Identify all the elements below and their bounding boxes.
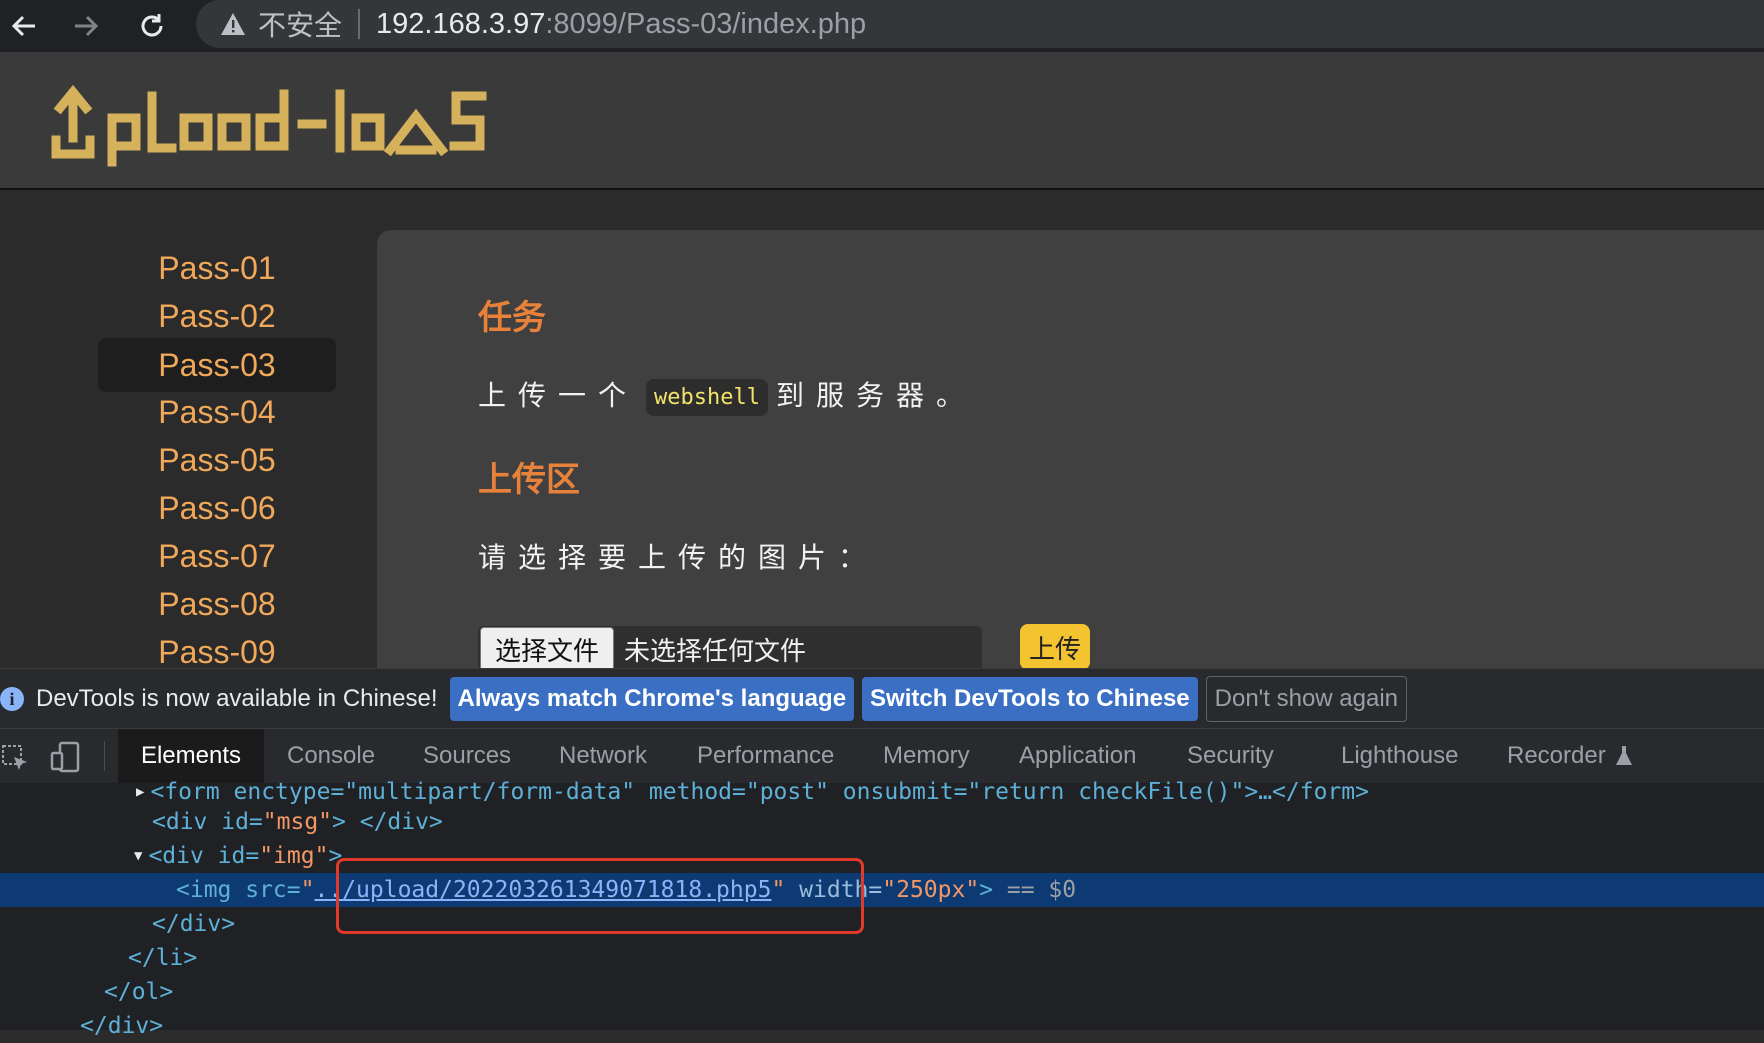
forward-icon[interactable] <box>66 6 106 46</box>
upload-labs-logo-icon <box>51 84 487 167</box>
address-bar[interactable]: 不安全 192.168.3.97:8099/Pass-03/index.php <box>196 0 1764 48</box>
content-panel <box>377 230 1764 670</box>
sidebar-item-pass-08[interactable]: Pass-08 <box>98 580 336 628</box>
reload-icon[interactable] <box>132 6 172 46</box>
sidebar-item-pass-06[interactable]: Pass-06 <box>98 484 336 532</box>
dom-line-form[interactable]: ▶ <form enctype="multipart/form-data" met… <box>136 775 1764 809</box>
file-status: 未选择任何文件 <box>624 636 807 667</box>
url-host: 192.168.3.97 <box>376 7 546 40</box>
attr-value: "img" <box>259 843 329 869</box>
tag-close: </li> <box>128 945 198 971</box>
dom-line-msg[interactable]: <div id= "msg" > </div> <box>152 805 1764 839</box>
quote: " <box>300 877 315 903</box>
warning-icon <box>221 13 245 35</box>
notice-text: DevTools is now available in Chinese! <box>36 685 438 712</box>
task-text-before: 上传一个 <box>478 379 639 412</box>
tag-close: </div> <box>80 1013 164 1039</box>
elements-panel: ▶ <form enctype="multipart/form-data" met… <box>0 779 1764 1039</box>
red-highlight-annotation <box>336 858 864 934</box>
task-heading: 任务 <box>478 298 546 338</box>
sidebar-item-pass-02[interactable]: Pass-02 <box>98 292 336 340</box>
expanded-arrow-icon[interactable]: ▼ <box>134 848 142 864</box>
collapsed-arrow-icon[interactable]: ▶ <box>136 784 144 800</box>
dom-line-ol-close[interactable]: </ol> <box>104 975 1764 1009</box>
attr-value: "msg" <box>262 809 333 835</box>
sidebar-item-pass-07[interactable]: Pass-07 <box>98 532 336 580</box>
task-text-after: 到服务器。 <box>775 379 976 412</box>
selected-marker: == $0 <box>993 877 1077 903</box>
task-description: 上传一个 webshell 到服务器。 <box>478 374 976 416</box>
sidebar-item-pass-04[interactable]: Pass-04 <box>98 388 336 436</box>
file-input[interactable]: 选择文件 未选择任何文件 <box>478 626 982 672</box>
dom-line-li-close[interactable]: </li> <box>128 941 1764 975</box>
flask-icon <box>1615 746 1632 765</box>
always-match-language-button[interactable]: Always match Chrome's language <box>449 677 855 721</box>
task-code-chip: webshell <box>646 378 768 416</box>
info-icon: i <box>0 687 24 711</box>
upload-prompt: 请选择要上传的图片： <box>478 541 879 574</box>
url-path: :8099/Pass-03/index.php <box>545 7 867 40</box>
tag-open: <div id= <box>152 809 263 835</box>
device-toolbar-icon[interactable] <box>50 741 82 778</box>
switch-to-chinese-button[interactable]: Switch DevTools to Chinese <box>862 677 1198 721</box>
form-element-code: <form enctype="multipart/form-data" meth… <box>150 779 1369 805</box>
tag-close: </div> <box>152 911 236 937</box>
tag-close: </ol> <box>104 979 174 1005</box>
upload-heading: 上传区 <box>478 460 580 500</box>
toolbar-divider <box>104 741 105 771</box>
tag-close: > </div> <box>332 809 443 835</box>
tag-end: > <box>979 877 994 903</box>
devtools-language-notice: i DevTools is now available in Chinese! … <box>0 668 1764 729</box>
tag-open: <div id= <box>148 843 260 869</box>
dom-line-div2-close[interactable]: </div> <box>80 1009 1764 1043</box>
security-label[interactable]: 不安全 <box>258 4 342 44</box>
site-logo[interactable] <box>50 80 510 173</box>
tab-recorder-label: Recorder <box>1507 742 1606 769</box>
browser-toolbar: 不安全 192.168.3.97:8099/Pass-03/index.php <box>0 0 1764 52</box>
back-icon[interactable] <box>4 6 44 46</box>
dont-show-again-button[interactable]: Don't show again <box>1205 676 1408 722</box>
sidebar-item-pass-01[interactable]: Pass-01 <box>98 244 336 292</box>
url-separator <box>358 9 361 39</box>
sidebar-item-pass-03[interactable]: Pass-03 <box>98 338 336 392</box>
choose-file-button[interactable]: 选择文件 <box>480 627 615 671</box>
dom-line-img-selected[interactable]: <img src= " ../upload/202203261349071818.p… <box>0 873 1764 907</box>
img-tag: <img src= <box>176 877 301 903</box>
sidebar: Pass-01 Pass-02 Pass-03 Pass-04 Pass-05 … <box>0 190 375 670</box>
inspect-element-icon[interactable] <box>0 743 30 778</box>
width-value: "250px" <box>882 877 980 903</box>
sidebar-item-pass-05[interactable]: Pass-05 <box>98 436 336 484</box>
upload-button[interactable]: 上传 <box>1020 624 1090 670</box>
